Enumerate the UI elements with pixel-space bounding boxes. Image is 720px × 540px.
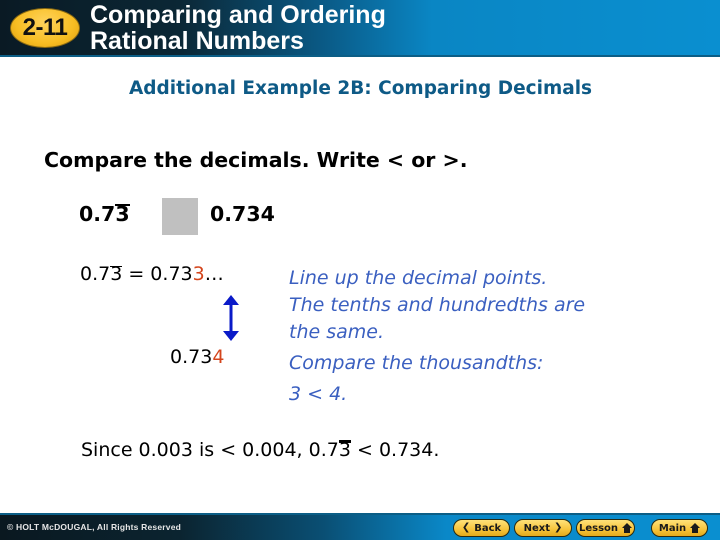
left-repeating-digit: 3 [115,202,130,226]
main-button-label: Main [658,522,687,534]
conclusion-repeating-digit: 3 [338,439,352,461]
answer-box[interactable] [162,198,198,235]
left-decimal-prefix: 0.7 [79,202,116,226]
conclusion-suffix: < 0.734. [350,439,440,461]
lesson-title: Comparing and Ordering Rational Numbers [90,2,386,54]
explanation-line1: Line up the decimal points. [289,267,548,289]
home-icon [622,523,633,533]
eq-repeating-digit: 3 [110,263,123,285]
lesson-number-badge: 2-11 [10,8,80,48]
right-decimal: 0.734 [210,202,275,226]
home-icon [690,523,701,533]
explanation-line3: the same. [289,321,384,343]
eq-prefix: 0.7 [80,263,111,285]
eq-equals: = 0.73 [122,263,193,285]
conclusion-text: Since 0.003 is < 0.004, 0.73 < 0.734. [81,439,439,461]
explanation-line5: 3 < 4. [289,383,348,405]
back-button-label: Back [474,522,502,534]
main-button[interactable]: Main [651,519,708,537]
double-arrow-icon [223,295,239,341]
explanation-line4: Compare the thousandths: [289,352,544,374]
slide-footer: © HOLT McDOUGAL, All Rights Reserved ❮ B… [0,513,720,540]
second-highlight-digit: 4 [212,346,225,368]
lesson-button-label: Lesson [578,522,619,534]
next-button[interactable]: Next ❯ [514,519,572,537]
copyright-text: © HOLT McDOUGAL, All Rights Reserved [7,522,182,532]
explanation-line2: The tenths and hundredths are [289,294,586,316]
instruction-text: Compare the decimals. Write < or >. [44,148,468,172]
slide-header: 2-11 Comparing and Ordering Rational Num… [0,0,720,57]
second-prefix: 0.73 [170,346,213,368]
lesson-button[interactable]: Lesson [576,519,635,537]
explanation-text: Line up the decimal points. The tenths a… [289,265,689,408]
left-decimal: 0.73 [79,202,130,226]
chevron-left-icon: ❮ [461,522,471,533]
expanded-decimal-equation: 0.73 = 0.733… [80,263,224,285]
second-decimal: 0.734 [170,346,224,368]
next-button-label: Next [523,522,550,534]
conclusion-prefix: Since 0.003 is < 0.004, 0.7 [81,439,339,461]
eq-ellipsis: … [204,263,224,285]
back-button[interactable]: ❮ Back [453,519,510,537]
eq-highlight-digit: 3 [192,263,205,285]
chevron-right-icon: ❯ [554,522,563,533]
lesson-title-line1: Comparing and Ordering [90,1,386,29]
example-subtitle: Additional Example 2B: Comparing Decimal… [128,78,593,99]
lesson-title-line2: Rational Numbers [90,27,304,55]
